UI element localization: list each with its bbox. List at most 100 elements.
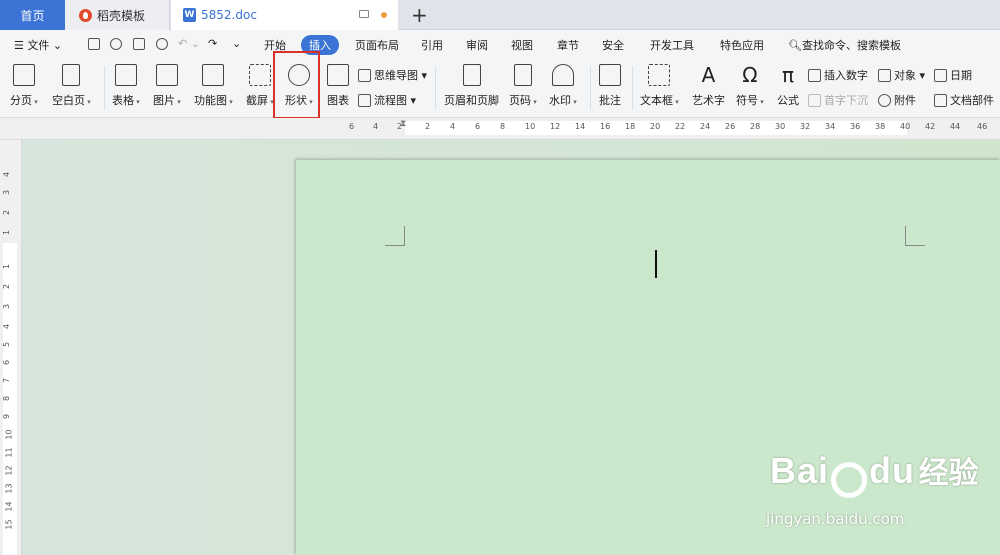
flowchart-icon: [358, 93, 371, 107]
menu-section[interactable]: 章节: [557, 37, 579, 53]
tab-document[interactable]: W 5852.doc: [171, 0, 398, 30]
menu-view[interactable]: 视图: [511, 37, 533, 53]
omega-icon: Ω: [742, 63, 758, 87]
word-doc-icon: W: [183, 8, 196, 22]
file-menu[interactable]: ☰ 文件 ⌄: [14, 37, 62, 53]
function-chart-button[interactable]: 功能图: [194, 64, 233, 108]
watermark-label: 水印: [549, 92, 577, 108]
save-icon[interactable]: [88, 38, 100, 50]
doc-parts-button[interactable]: 文档部件: [934, 92, 994, 108]
ruler-tick-label: 36: [850, 122, 861, 131]
command-search[interactable]: 🔍︎查找命令、搜索模板: [788, 37, 901, 53]
object-icon: [878, 68, 891, 82]
indent-marker-icon[interactable]: ⧗: [400, 119, 410, 129]
menu-review[interactable]: 审阅: [466, 37, 488, 53]
print-preview-icon[interactable]: [156, 38, 168, 50]
ruler-tick-label: 1: [2, 263, 12, 270]
ruler-tick-label: 12: [550, 122, 561, 131]
ruler-tick-label: 40: [900, 122, 911, 131]
textbox-icon: [648, 64, 671, 86]
blank-page-button[interactable]: 空白页: [52, 64, 91, 108]
ruler-tick-label: 10: [525, 122, 536, 131]
export-icon[interactable]: [110, 38, 122, 50]
object-button[interactable]: 对象 ▾: [878, 67, 925, 83]
customize-icon[interactable]: ⌄: [232, 37, 241, 50]
menu-developer[interactable]: 开发工具: [650, 37, 694, 53]
doc-parts-icon: [934, 93, 947, 107]
wordart-label: 艺术字: [692, 94, 725, 107]
margin-mark-top-right: [905, 226, 925, 246]
mind-map-label: 思维导图: [374, 69, 418, 82]
scissors-icon: [248, 64, 271, 86]
symbol-label: 符号: [736, 92, 764, 108]
watermark-brand: Bai: [770, 450, 830, 491]
tab-home[interactable]: 首页: [0, 0, 65, 30]
attachment-button[interactable]: 附件: [878, 92, 916, 108]
page-number-button[interactable]: 页码: [509, 64, 537, 108]
menu-references[interactable]: 引用: [421, 37, 443, 53]
page-break-button[interactable]: 分页: [10, 64, 38, 108]
tab-template[interactable]: 稻壳模板: [65, 0, 170, 30]
file-menu-label: 文件: [27, 39, 50, 52]
search-icon: 🔍︎: [788, 39, 802, 52]
header-footer-button[interactable]: 页眉和页脚: [444, 64, 499, 108]
ruler-tick-label: 6: [349, 122, 355, 131]
baidu-jingyan-watermark: Bai du 经验 jingyan.baidu.com: [766, 448, 979, 528]
text-cursor: [655, 250, 657, 278]
menu-features[interactable]: 特色应用: [720, 37, 764, 53]
ruler-tick-label: 3: [2, 303, 12, 310]
watermark-icon: [551, 64, 574, 86]
new-tab-button[interactable]: +: [411, 3, 428, 27]
vertical-ruler[interactable]: 4 3 2 1 1 2 3 4 5 6 7 8 9 10 11 12 13 14 15: [0, 140, 22, 555]
menu-security[interactable]: 安全: [602, 37, 624, 53]
page-break-label: 分页: [10, 92, 38, 108]
ruler-tick-label: 14: [4, 501, 14, 512]
comment-button[interactable]: 批注: [599, 64, 621, 108]
ruler-tick-label: 32: [800, 122, 811, 131]
ruler-tick-label: 28: [750, 122, 761, 131]
ruler-tick-label: 9: [2, 413, 12, 420]
ruler-tick-label: 42: [925, 122, 936, 131]
shape-highlight-box: [273, 51, 320, 119]
flowchart-button[interactable]: 流程图 ▾: [358, 92, 416, 108]
ruler-tick-label: 5: [2, 341, 12, 348]
pi-icon: π: [781, 63, 795, 87]
watermark-button[interactable]: 水印: [549, 64, 577, 108]
screenshot-button[interactable]: 截屏: [246, 64, 274, 108]
insert-number-button[interactable]: 插入数字: [808, 67, 868, 83]
mind-map-button[interactable]: 思维导图 ▾: [358, 67, 427, 83]
menu-bar: ☰ 文件 ⌄ ↶ ⌄ ↷ ⌄ 开始 插入 页面布局 引用 审阅 视图 章节 安全…: [0, 30, 1000, 58]
table-label: 表格: [112, 92, 140, 108]
flowchart-label: 流程图: [374, 94, 407, 107]
redo-icon[interactable]: ↷: [208, 37, 217, 50]
divider: [104, 66, 105, 110]
menu-page-layout[interactable]: 页面布局: [355, 37, 399, 53]
wordart-button[interactable]: A 艺术字: [692, 64, 725, 108]
textbox-button[interactable]: 文本框: [640, 64, 679, 108]
formula-button[interactable]: π 公式: [777, 64, 799, 108]
comment-icon: [599, 64, 621, 86]
number-icon: [808, 68, 821, 82]
ruler-tick-label: 14: [575, 122, 586, 131]
chart-button[interactable]: 图表: [327, 64, 349, 108]
monitor-icon[interactable]: [359, 10, 369, 18]
tab-bar: 首页 稻壳模板 W 5852.doc +: [0, 0, 1000, 30]
ruler-tick-label: 7: [2, 377, 12, 384]
date-button[interactable]: 日期: [934, 67, 972, 83]
ruler-tick-label: 30: [775, 122, 786, 131]
ruler-tick-label: 6: [475, 122, 481, 131]
ruler-tick-label: 38: [875, 122, 886, 131]
picture-button[interactable]: 图片: [153, 64, 181, 108]
ruler-tick-label: 26: [725, 122, 736, 131]
mind-map-icon: [358, 68, 371, 82]
horizontal-ruler[interactable]: 6 4 2 2 4 6 8 10 12 14 16 18 20 22 24 26 28 30 32 34 36 38 40 4…: [0, 118, 1000, 140]
undo-icon[interactable]: ↶ ⌄: [178, 37, 200, 50]
divider: [435, 66, 436, 110]
header-footer-label: 页眉和页脚: [444, 94, 499, 107]
symbol-button[interactable]: Ω 符号: [736, 64, 764, 108]
wordart-icon: A: [701, 63, 716, 87]
drop-cap-button[interactable]: 首字下沉: [808, 92, 868, 108]
function-chart-icon: [202, 64, 225, 86]
table-button[interactable]: 表格: [112, 64, 140, 108]
print-icon[interactable]: [133, 38, 145, 50]
